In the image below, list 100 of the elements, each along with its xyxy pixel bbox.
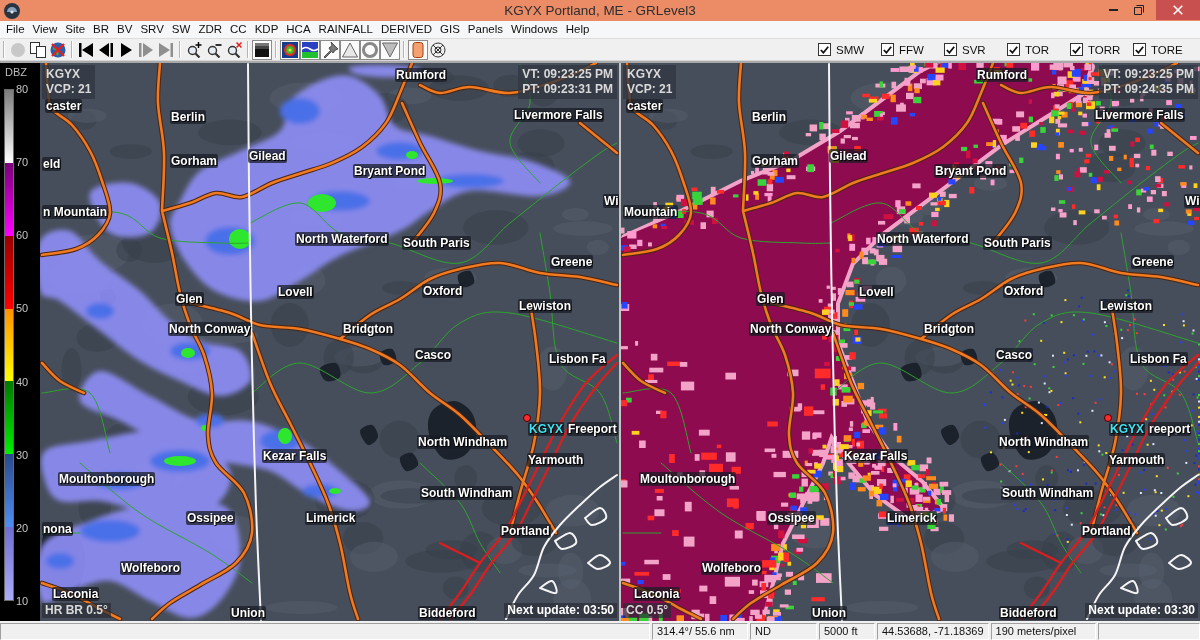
warning-toggle[interactable]: TORR	[1070, 43, 1133, 56]
warning-toggle[interactable]: SVR	[944, 43, 1007, 56]
warning-toggle[interactable]: FFW	[881, 43, 944, 56]
place-label: Laconia	[633, 587, 681, 601]
product-time-label: PT: 09:24:35 PM	[1103, 82, 1194, 97]
place-label: Biddeford	[999, 606, 1058, 620]
menu-item[interactable]: RAINFALL	[314, 21, 377, 38]
radar-image-icon	[282, 41, 298, 58]
status-cell: 190 meters/pixel	[990, 623, 1096, 640]
place-label: South Windham	[1001, 486, 1095, 500]
place-label: North Conway	[168, 322, 252, 336]
menu-item[interactable]: ZDR	[194, 21, 227, 38]
menu-item[interactable]: SRV	[136, 21, 168, 38]
place-label: caster	[45, 99, 83, 113]
menu-item[interactable]: DERIVED	[376, 21, 437, 38]
scale-tick-label: 80	[16, 83, 29, 95]
triangle-icon	[342, 41, 358, 58]
toolbar-button[interactable]	[252, 39, 272, 60]
status-cell: 5000 ft	[819, 623, 875, 640]
place-label: Rumford	[395, 68, 447, 82]
place-label: Limerick	[305, 511, 357, 525]
toolbar-button[interactable]	[300, 39, 320, 60]
radar-site-marker-icon	[1104, 414, 1112, 422]
minimize-icon	[1108, 9, 1118, 11]
menu-item[interactable]: Help	[561, 21, 594, 38]
place-label: Ossipee	[186, 511, 235, 525]
place-label: Laconia	[52, 587, 100, 601]
copy-icon	[30, 41, 46, 58]
checkbox[interactable]	[944, 43, 957, 56]
warning-toggle[interactable]: SMW	[818, 43, 881, 56]
place-label: Limerick	[886, 511, 938, 525]
place-label: n Mountain	[42, 205, 108, 219]
scale-tick-label: 30	[16, 448, 29, 461]
menu-item[interactable]: GIS	[436, 21, 464, 38]
toolbar-button[interactable]	[428, 39, 448, 60]
place-label: North Waterford	[876, 232, 970, 246]
place-label: Moultonborough	[639, 472, 737, 486]
menu-item[interactable]: Panels	[463, 21, 508, 38]
place-label: Wolfeboro	[701, 561, 763, 575]
crosshair-icon	[430, 41, 446, 58]
place-label: South Windham	[420, 486, 514, 500]
place-label: Greene	[1131, 255, 1175, 269]
place-label: Greene	[550, 255, 594, 269]
menu-item[interactable]: HCA	[282, 21, 315, 38]
checkbox[interactable]	[1133, 43, 1146, 56]
place-label: Yarmouth	[1108, 453, 1166, 467]
menu-item[interactable]: SW	[167, 21, 195, 38]
place-label: Lovell	[277, 285, 314, 299]
checkbox[interactable]	[1007, 43, 1020, 56]
checkbox[interactable]	[881, 43, 894, 56]
place-label: Rumford	[976, 68, 1028, 82]
place-label: Lovell	[858, 285, 895, 299]
status-cell: 314.4°/ 55.6 nm	[652, 623, 748, 640]
place-label: Union	[230, 606, 266, 620]
scale-tick-label: 10	[16, 595, 29, 607]
toolbar-button[interactable]	[320, 39, 340, 60]
toolbar-button[interactable]	[28, 39, 48, 60]
scale-tick-label: 50	[16, 302, 29, 315]
ring-icon	[362, 41, 378, 58]
vcp-label: VCP: 21	[627, 82, 673, 97]
restore-icon	[1134, 5, 1144, 15]
checkbox[interactable]	[818, 43, 831, 56]
site-code-label: KGYX	[627, 67, 661, 82]
menu-item[interactable]: Windows	[507, 21, 562, 38]
place-label: Kezar Falls	[262, 449, 328, 463]
gradient-square-icon	[254, 41, 270, 58]
menu-item[interactable]: BV	[113, 21, 137, 38]
pushpin-icon	[322, 41, 338, 58]
menu-item[interactable]: BR	[89, 21, 114, 38]
place-label: Wi	[1184, 194, 1200, 208]
warning-toggle[interactable]: TOR	[1007, 43, 1070, 56]
menu-item[interactable]: CC	[226, 21, 251, 38]
menu-item[interactable]: KDP	[250, 21, 283, 38]
scale-tick-label: 60	[16, 229, 29, 242]
globe-cross-icon	[50, 41, 66, 58]
next-update-label: Next update: 03:30	[1085, 603, 1198, 618]
place-label: Glen	[756, 292, 785, 306]
place-label: Livermore Falls	[513, 108, 604, 122]
place-label: Gorham	[170, 154, 218, 168]
place-label: reeport	[1148, 422, 1192, 436]
menu-item[interactable]: View	[28, 21, 62, 38]
place-label: Bridgton	[342, 322, 394, 336]
toolbar-button[interactable]	[280, 39, 300, 60]
place-label: Livermore Falls	[1094, 108, 1185, 122]
site-code-label: KGYX	[46, 67, 80, 82]
warning-toggle[interactable]: TORE	[1133, 43, 1196, 56]
next-update-label: Next update: 03:50	[504, 603, 617, 618]
skip-back-icon	[78, 41, 94, 58]
menu-item[interactable]: File	[2, 21, 29, 38]
checkbox[interactable]	[1070, 43, 1083, 56]
close-icon	[1173, 5, 1183, 15]
place-label: Biddeford	[418, 606, 477, 620]
valid-time-label: VT: 09:23:25 PM	[522, 67, 613, 82]
place-label: Glen	[175, 292, 204, 306]
menu-item[interactable]: Site	[61, 21, 90, 38]
place-label: Portland	[1081, 524, 1132, 538]
window-title: KGYX Portland, ME - GRLevel3	[504, 3, 696, 18]
place-label: Gilead	[248, 149, 287, 163]
place-label: Casco	[414, 348, 453, 362]
scale-tick-label: 40	[16, 375, 29, 388]
